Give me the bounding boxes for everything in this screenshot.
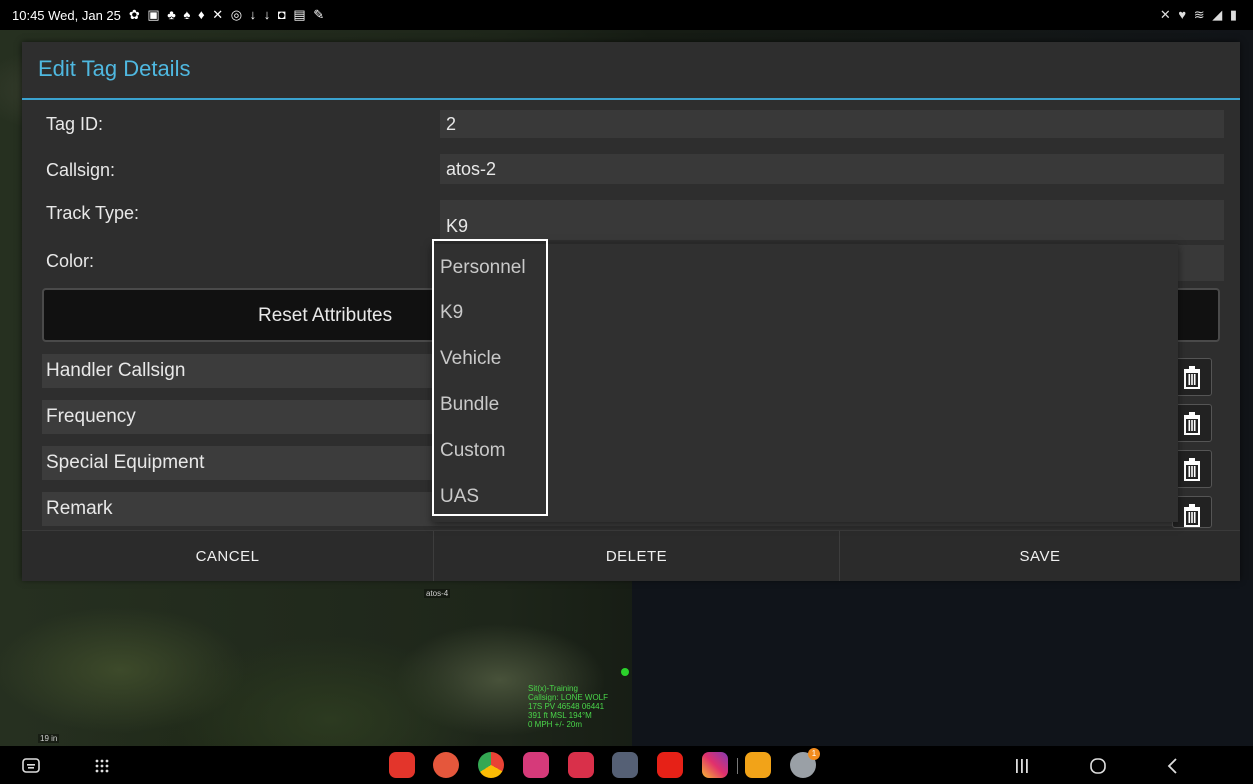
sitx-line: 391 ft MSL 194°M <box>528 711 592 720</box>
delete-button[interactable]: DELETE <box>434 531 840 581</box>
callsign-label: Callsign: <box>46 160 116 180</box>
reset-attributes-label: Reset Attributes <box>258 305 393 326</box>
red-app-icon[interactable] <box>389 752 415 778</box>
status-time: 10:45 Wed, Jan 25 <box>12 7 121 23</box>
sitx-overlay: Sit(x)-Training Callsign: LONE WOLF 17S … <box>528 684 628 729</box>
dock-divider <box>737 758 738 774</box>
delete-attribute-button[interactable] <box>1172 450 1212 488</box>
sitx-line: Callsign: LONE WOLF <box>528 693 609 702</box>
flower-app-icon[interactable] <box>523 752 549 778</box>
callsign-field[interactable]: atos-2 <box>440 154 1224 184</box>
sitx-line: 0 MPH +/- 20m <box>528 720 583 729</box>
recents-icon[interactable] <box>1015 758 1029 774</box>
home-icon[interactable] <box>1089 757 1107 775</box>
sitx-line: Sit(x)-Training <box>528 684 578 693</box>
youtube-icon[interactable] <box>657 752 683 778</box>
trash-icon <box>1184 412 1200 435</box>
attribute-label: Frequency <box>46 406 136 427</box>
status-bar: 10:45 Wed, Jan 25 ✿ ▣ ♣ ♠ ♦ ✕ ◎ ↓ ↓ ◘ ▤ … <box>0 0 1253 30</box>
track-type-label: Track Type: <box>46 203 140 223</box>
save-button[interactable]: SAVE <box>840 531 1240 581</box>
tag-id-label: Tag ID: <box>46 114 104 134</box>
instagram-icon[interactable] <box>702 752 728 778</box>
camera-app-icon[interactable] <box>568 752 594 778</box>
dropdown-option-custom[interactable]: Custom <box>440 440 505 462</box>
navigation-bar: 1 <box>0 746 1253 784</box>
attribute-label: Handler Callsign <box>46 360 186 381</box>
chrome-icon[interactable] <box>478 752 504 778</box>
map-scale-label: 19 in <box>38 734 60 743</box>
dialog-title: Edit Tag Details <box>38 56 191 81</box>
delete-attribute-button[interactable] <box>1172 496 1212 528</box>
person-app-icon[interactable] <box>433 752 459 778</box>
trash-icon <box>1184 504 1200 527</box>
self-location-marker[interactable] <box>621 668 629 676</box>
notification-badge: 1 <box>808 748 820 760</box>
trash-icon <box>1184 458 1200 481</box>
dropdown-option-personnel[interactable]: Personnel <box>440 257 526 279</box>
tag-id-field[interactable]: 2 <box>440 110 1224 138</box>
folder-icon[interactable] <box>745 752 771 778</box>
dropdown-option-vehicle[interactable]: Vehicle <box>440 348 501 370</box>
dialog-footer: CANCEL DELETE SAVE <box>22 530 1240 581</box>
keyboard-icon[interactable] <box>22 757 40 775</box>
title-divider <box>22 98 1240 100</box>
map-dark-region <box>632 580 1253 746</box>
map-marker-label[interactable]: atos-4 <box>424 589 451 598</box>
dropdown-option-bundle[interactable]: Bundle <box>440 394 499 416</box>
system-status-icons: ✕ ♥ ≋ ◢ ▮ <box>1159 7 1239 22</box>
chat-app-icon[interactable] <box>612 752 638 778</box>
delete-attribute-button[interactable] <box>1172 358 1212 396</box>
delete-attribute-button[interactable] <box>1172 404 1212 442</box>
attribute-label: Special Equipment <box>46 452 205 473</box>
notification-icons: ✿ ▣ ♣ ♠ ♦ ✕ ◎ ↓ ↓ ◘ ▤ ✎ <box>128 7 327 22</box>
track-type-dropdown: Personnel K9 Vehicle Bundle Custom UAS <box>432 244 1178 522</box>
trash-icon <box>1184 366 1200 389</box>
apps-grid-icon[interactable] <box>94 758 110 774</box>
track-type-select[interactable]: K9 <box>440 200 1224 240</box>
color-label: Color: <box>46 251 95 271</box>
sitx-line: 17S PV 46548 06441 <box>528 702 605 711</box>
dropdown-option-k9[interactable]: K9 <box>440 302 463 324</box>
attribute-label: Remark <box>46 498 113 519</box>
cancel-button[interactable]: CANCEL <box>22 531 434 581</box>
back-icon[interactable] <box>1166 757 1180 775</box>
dropdown-option-uas[interactable]: UAS <box>440 486 479 508</box>
